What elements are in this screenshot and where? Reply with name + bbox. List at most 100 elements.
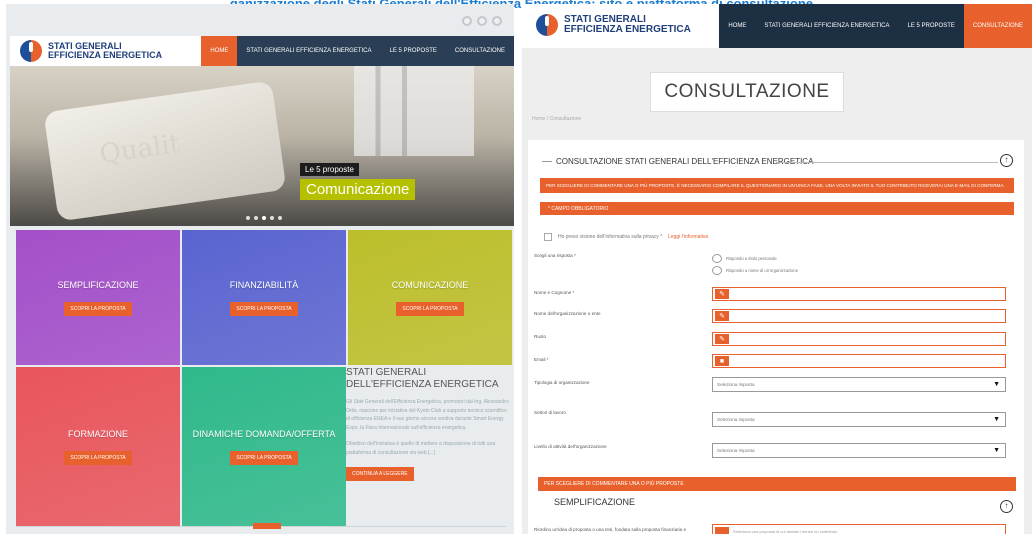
slider-dots (246, 216, 282, 220)
tile-button[interactable]: SCOPRI LA PROPOSTA (64, 451, 132, 465)
tile-dinamiche[interactable]: DINAMICHE DOMANDA/OFFERTA SCOPRI LA PROP… (182, 367, 346, 527)
proposal-answer-input[interactable]: Seleziona una proposta di cui desideri f… (712, 524, 1006, 534)
nav-proposte[interactable]: LE 5 PROPOSTE (381, 36, 446, 66)
consultation-form: CONSULTAZIONE STATI GENERALI DELL'EFFICI… (528, 140, 1024, 534)
main-nav: HOME STATI GENERALI EFFICIENZA ENERGETIC… (201, 36, 514, 66)
activity-level-select[interactable]: Seleziona risposta ▼ (712, 443, 1006, 458)
intro-paragraph-2: Obiettivo dell'iniziativa è quello di me… (346, 441, 496, 456)
brand-line2: EFFICIENZA ENERGETICA (48, 50, 163, 60)
email-input[interactable]: ■ (712, 354, 1006, 368)
nav-stati-generali[interactable]: STATI GENERALI EFFICIENZA ENERGETICA (237, 36, 380, 66)
select-value: Seleziona risposta (717, 448, 755, 453)
field-label-organization: Nome dell'organizzazione o ente (534, 311, 601, 316)
form-title: CONSULTAZIONE STATI GENERALI DELL'EFFICI… (542, 157, 813, 166)
envelope-icon: ■ (715, 356, 729, 366)
dropdown-arrow-icon: ▼ (993, 447, 1000, 454)
privacy-text: Ho preso visione dell'informativa sulla … (558, 234, 663, 240)
hero-kicker: Le 5 proposte (300, 163, 359, 176)
tile-button[interactable]: SCOPRI LA PROPOSTA (396, 301, 464, 316)
tile-semplificazione[interactable]: SEMPLIFICAZIONE SCOPRI LA PROPOSTA (16, 230, 180, 365)
arrow-up-icon[interactable]: ↑ (1000, 154, 1013, 167)
tile-finanziabilita[interactable]: FINANZIABILITÀ SCOPRI LA PROPOSTA (182, 230, 346, 365)
tile-comunicazione[interactable]: COMUNICAZIONE SCOPRI LA PROPOSTA (348, 230, 512, 365)
tile-button[interactable]: SCOPRI LA PROPOSTA (64, 301, 132, 316)
arrow-up-icon[interactable]: ↑ (1000, 500, 1013, 513)
pencil-icon: ✎ (715, 334, 729, 344)
slider-dot[interactable] (278, 216, 282, 220)
slider-dot[interactable] (246, 216, 250, 220)
window-controls (462, 16, 502, 26)
organization-type-select[interactable]: Seleziona risposta ▼ (712, 377, 1006, 392)
organization-input[interactable]: ✎ (712, 309, 1006, 323)
privacy-checkbox[interactable] (544, 233, 552, 241)
tile-label: FINANZIABILITÀ (229, 279, 299, 290)
machine-label: Qualit (97, 129, 182, 170)
section-title-semplificazione: SEMPLIFICAZIONE (554, 497, 636, 507)
site-header: STATI GENERALI EFFICIENZA ENERGETICA HOM… (10, 36, 514, 66)
page-title: CONSULTAZIONE (650, 72, 844, 112)
consultation-screenshot: STATI GENERALI EFFICIENZA ENERGETICA HOM… (522, 4, 1032, 534)
nav-home[interactable]: HOME (719, 4, 755, 48)
sector-select[interactable]: Seleziona risposta ▼ (712, 412, 1006, 427)
field-label-email: Email * (534, 357, 549, 362)
nav-consultazione[interactable]: CONSULTAZIONE (446, 36, 514, 66)
site-header: STATI GENERALI EFFICIENZA ENERGETICA HOM… (522, 4, 1032, 48)
main-nav: HOME STATI GENERALI EFFICIENZA ENERGETIC… (719, 4, 1032, 48)
brand[interactable]: STATI GENERALI EFFICIENZA ENERGETICA (20, 40, 162, 62)
slider-dot[interactable] (254, 216, 258, 220)
tile-button[interactable]: SCOPRI LA PROPOSTA (230, 451, 298, 465)
nav-stati-generali[interactable]: STATI GENERALI EFFICIENZA ENERGETICA (755, 4, 898, 48)
pencil-icon: ✎ (715, 289, 729, 299)
select-label-level: Livello di attività dell'organizzazione (534, 444, 607, 449)
continue-reading-button[interactable]: CONTINUA A LEGGERE (346, 467, 414, 481)
divider-accent (253, 523, 281, 529)
window-dot-icon[interactable] (492, 16, 502, 26)
pencil-icon: ✎ (715, 311, 729, 321)
radio-label: Rispondo a titolo personale (726, 256, 777, 261)
privacy-link[interactable]: Leggi l'informativa (668, 234, 708, 240)
window-dot-icon[interactable] (462, 16, 472, 26)
select-label-sector: Settori di lavoro (534, 410, 566, 415)
hero-machine-image: Qualit (43, 80, 287, 222)
radio-circle-icon[interactable] (712, 254, 722, 263)
role-input[interactable]: ✎ (712, 332, 1006, 346)
tile-button[interactable]: SCOPRI LA PROPOSTA (230, 301, 298, 316)
radio-label: Rispondo a nome di un'organizzazione (726, 268, 799, 273)
required-fields-bar: * CAMPO OBBLIGATORIO (540, 202, 1014, 215)
select-value: Seleziona risposta (717, 417, 755, 422)
power-logo-icon (20, 40, 42, 62)
brand[interactable]: STATI GENERALI EFFICIENZA ENERGETICA (536, 14, 691, 36)
tile-label: COMUNICAZIONE (391, 279, 469, 290)
power-logo-icon (536, 14, 558, 36)
slider-dot[interactable] (270, 216, 274, 220)
tile-label: FORMAZIONE (68, 429, 128, 439)
intro-paragraph: Gli Stati Generali dell'Efficienza Energ… (346, 399, 509, 431)
nav-home[interactable]: HOME (201, 36, 238, 66)
radio-circle-icon[interactable] (712, 266, 722, 275)
select-value: Seleziona risposta (717, 382, 755, 387)
breadcrumb[interactable]: Home / Consultazione (532, 116, 581, 122)
tile-formazione[interactable]: FORMAZIONE SCOPRI LA PROPOSTA (16, 367, 180, 527)
choice-label: Scegli una risposta * (534, 253, 576, 258)
hero-slider: Qualit Le 5 proposte Comunicazione (10, 66, 514, 226)
dropdown-arrow-icon: ▼ (993, 416, 1000, 423)
form-notice: PER SCEGLIERE DI COMMENTARE UNA O PIÙ PR… (540, 178, 1014, 193)
radio-personal[interactable]: Rispondo a titolo personale (712, 254, 777, 263)
hero-title[interactable]: Comunicazione (300, 179, 416, 200)
nav-consultazione[interactable]: CONSULTAZIONE (963, 4, 1032, 48)
pencil-icon (715, 527, 729, 534)
window-dot-icon[interactable] (477, 16, 487, 26)
dropdown-arrow-icon: ▼ (993, 381, 1000, 388)
slider-dot-active[interactable] (262, 216, 266, 220)
radio-organization[interactable]: Rispondo a nome di un'organizzazione (712, 266, 798, 275)
proposals-section-bar: PER SCEGLIERE DI COMMENTARE UNA O PIÙ PR… (538, 477, 1016, 491)
name-input[interactable]: ✎ (712, 287, 1006, 301)
privacy-row: Ho preso visione dell'informativa sulla … (544, 233, 708, 241)
homepage-screenshot: STATI GENERALI EFFICIENZA ENERGETICA HOM… (6, 4, 514, 534)
select-label-type: Tipologia di organizzazione (534, 380, 590, 385)
intro-block: STATI GENERALI DELL'EFFICIENZA ENERGETIC… (346, 367, 510, 481)
footer-divider (16, 523, 506, 529)
nav-proposte[interactable]: LE 5 PROPOSTE (899, 4, 964, 48)
proposal-question-label: Riordino un'idea di proposta o una tesi,… (534, 527, 687, 532)
brand-line2: EFFICIENZA ENERGETICA (564, 24, 691, 35)
